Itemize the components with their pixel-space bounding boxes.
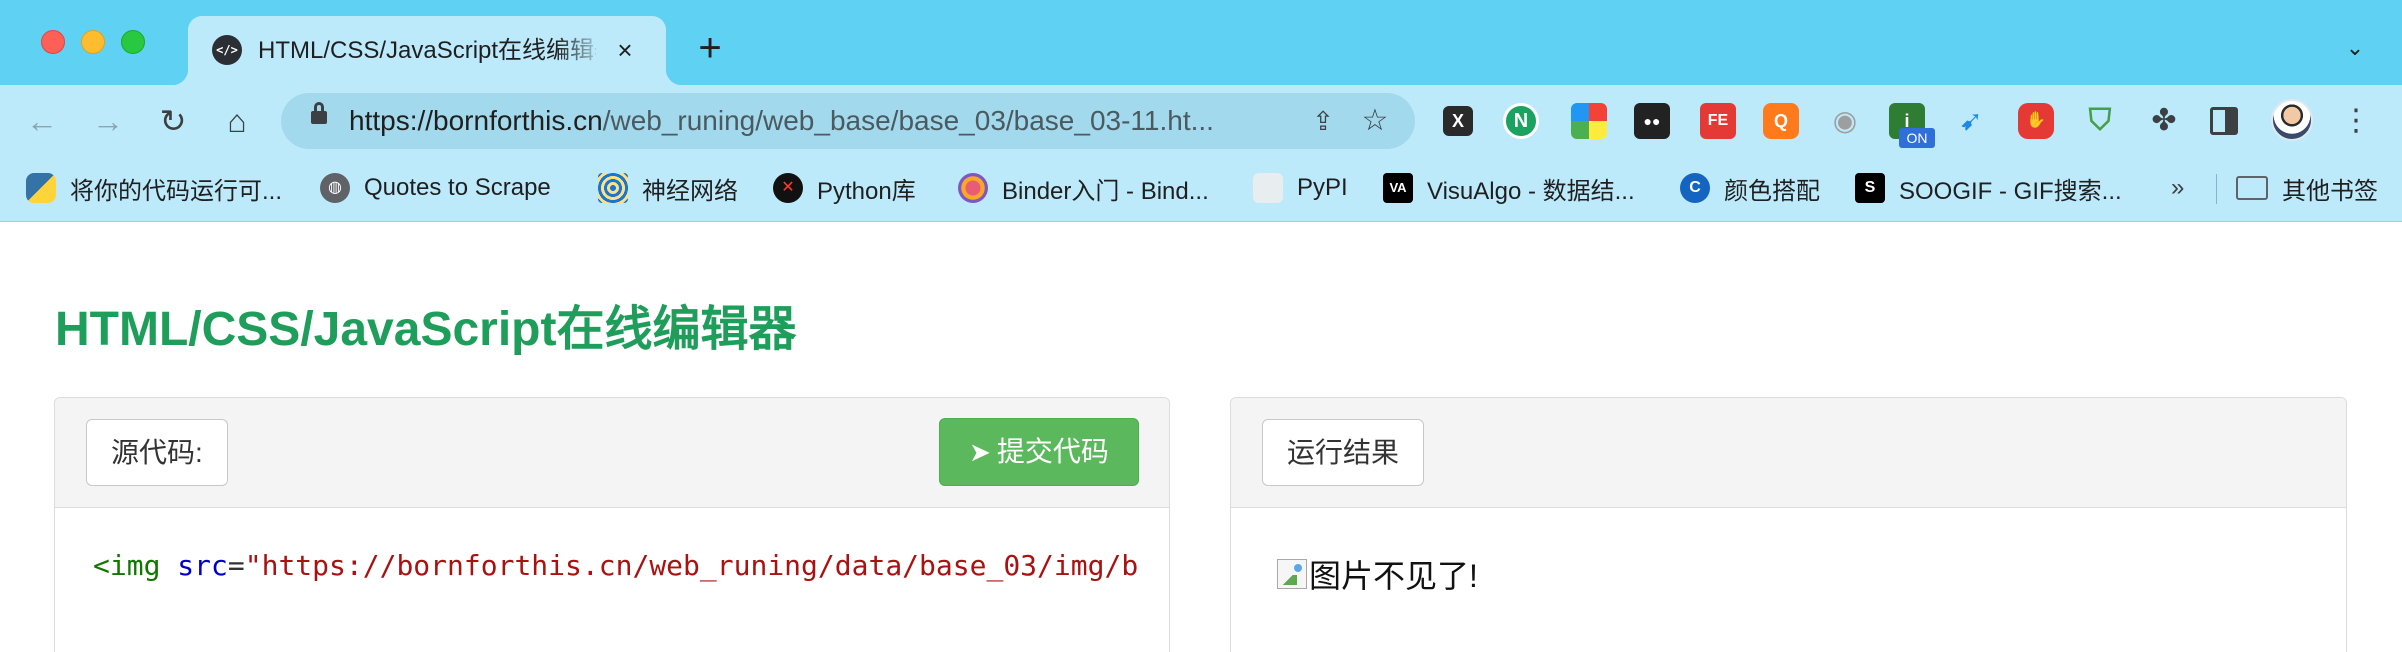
- close-window-button[interactable]: [41, 30, 65, 54]
- bookmark-item[interactable]: 将你的代码运行可...: [26, 170, 282, 206]
- bookmark-label: VisuAlgo - 数据结...: [1427, 177, 1635, 205]
- tab-close-icon[interactable]: ×: [608, 33, 642, 67]
- camera-extension-icon[interactable]: ◉: [1827, 103, 1863, 139]
- shield-extension-icon[interactable]: ⛉: [2082, 103, 2118, 139]
- bookmark-label: 颜色搭配: [1724, 177, 1820, 205]
- bookmark-item[interactable]: PyPI: [1253, 170, 1348, 206]
- cube-icon: [1253, 173, 1283, 203]
- paper-plane-icon: ➤: [969, 437, 991, 467]
- bookmark-label: Binder入门 - Bind...: [1002, 177, 1209, 205]
- image-alt-text: 图片不见了!: [1309, 558, 1478, 594]
- bookmarks-divider: [2216, 174, 2217, 204]
- code-eq: =: [227, 549, 245, 582]
- spiral-icon: [598, 173, 628, 203]
- source-code-panel: 源代码: ➤ 提交代码 <img src="https://bornforthis…: [54, 397, 1170, 652]
- bookmark-item[interactable]: ✕ Python库: [773, 170, 916, 206]
- code-favicon-icon: </>: [212, 35, 242, 65]
- result-label: 运行结果: [1262, 419, 1425, 486]
- visualgo-icon: VA: [1383, 173, 1413, 203]
- back-arrow-icon[interactable]: ←: [22, 101, 62, 141]
- c-icon: C: [1680, 173, 1710, 203]
- python-icon: [26, 173, 56, 203]
- code-tag: <img: [93, 549, 161, 582]
- bookmark-item[interactable]: Binder入门 - Bind...: [958, 170, 1209, 206]
- result-panel-header: 运行结果: [1231, 398, 2346, 508]
- nodejs-extension-icon[interactable]: N: [1503, 103, 1539, 139]
- folder-label: 其他书签: [2282, 177, 2378, 205]
- tab-strip: </> HTML/CSS/JavaScript在线编辑器 × + ⌄: [0, 0, 2402, 85]
- submit-button-label: 提交代码: [996, 436, 1109, 467]
- active-tab[interactable]: </> HTML/CSS/JavaScript在线编辑器 ×: [172, 16, 682, 85]
- code-string: "https://bornforthis.cn/web_runing/data/…: [244, 549, 1139, 582]
- bookmark-label: 将你的代码运行可...: [70, 177, 283, 205]
- lock-icon[interactable]: [311, 102, 327, 124]
- minimize-window-button[interactable]: [81, 30, 105, 54]
- bookmark-label: 神经网络: [642, 177, 738, 205]
- url-domain: https://bornforthis.cn: [349, 105, 603, 136]
- color-grid-extension-icon[interactable]: [1571, 103, 1607, 139]
- submit-code-button[interactable]: ➤ 提交代码: [939, 418, 1139, 486]
- bookmarks-bar: 将你的代码运行可... ◍ Quotes to Scrape 神经网络 ✕ Py…: [0, 156, 2402, 222]
- bird-extension-icon[interactable]: ➹: [1953, 103, 1989, 139]
- broken-image-icon: [1277, 559, 1307, 589]
- bookmark-label: SOOGIF - GIF搜索...: [1899, 177, 2122, 205]
- reload-icon[interactable]: ↻: [153, 101, 193, 141]
- source-code-label: 源代码:: [86, 419, 228, 486]
- bookmark-item[interactable]: ◍ Quotes to Scrape: [320, 170, 551, 206]
- stop-extension-icon[interactable]: ✋: [2018, 103, 2054, 139]
- source-panel-header: 源代码: ➤ 提交代码: [55, 398, 1169, 508]
- browser-toolbar: ← → ↻ ⌂ https://bornforthis.cn/web_runin…: [0, 85, 2402, 156]
- code-attr: src: [177, 549, 228, 582]
- tab-title: HTML/CSS/JavaScript在线编辑器: [258, 37, 596, 64]
- globe-icon: ◍: [320, 173, 350, 203]
- new-tab-button[interactable]: +: [690, 28, 730, 68]
- address-bar[interactable]: https://bornforthis.cn/web_runing/web_ba…: [281, 93, 1415, 149]
- bookmark-item[interactable]: VA VisuAlgo - 数据结...: [1383, 170, 1635, 206]
- bookmark-star-icon[interactable]: ☆: [1357, 103, 1393, 139]
- home-icon[interactable]: ⌂: [217, 101, 257, 141]
- bookmark-item[interactable]: C 颜色搭配: [1680, 170, 1820, 206]
- bookmark-label: Quotes to Scrape: [364, 174, 551, 201]
- on-badge: ON: [1899, 128, 1935, 148]
- eyes-extension-icon[interactable]: ●●: [1634, 103, 1670, 139]
- result-output: 图片不见了!: [1277, 553, 1478, 595]
- red-x-icon: ✕: [773, 173, 803, 203]
- bookmark-item[interactable]: 神经网络: [598, 170, 738, 206]
- orange-extension-icon[interactable]: Q: [1763, 103, 1799, 139]
- binder-icon: [958, 173, 988, 203]
- code-editor[interactable]: <img src="https://bornforthis.cn/web_run…: [93, 548, 1153, 584]
- other-bookmarks-folder[interactable]: 其他书签: [2236, 170, 2378, 206]
- bookmark-label: PyPI: [1297, 174, 1348, 201]
- side-panel-icon[interactable]: [2210, 107, 2238, 135]
- folder-icon: [2236, 176, 2268, 200]
- puzzle-extensions-icon[interactable]: ✤: [2146, 103, 2182, 139]
- profile-avatar[interactable]: [2271, 99, 2313, 141]
- page-title: HTML/CSS/JavaScript在线编辑器: [55, 303, 797, 356]
- tab-search-chevron-icon[interactable]: ⌄: [2337, 30, 2373, 66]
- share-icon[interactable]: ⇪: [1305, 103, 1341, 139]
- result-panel: 运行结果 图片不见了!: [1230, 397, 2347, 652]
- fullscreen-window-button[interactable]: [121, 30, 145, 54]
- fe-extension-icon[interactable]: FE: [1700, 103, 1736, 139]
- url-text[interactable]: https://bornforthis.cn/web_runing/web_ba…: [349, 105, 1339, 137]
- soogif-icon: S: [1855, 173, 1885, 203]
- bookmark-item[interactable]: S SOOGIF - GIF搜索...: [1855, 170, 2122, 206]
- kebab-menu-icon[interactable]: ⋮: [2338, 101, 2374, 141]
- more-bookmarks-chevron-icon[interactable]: »: [2171, 170, 2201, 206]
- forward-arrow-icon[interactable]: →: [88, 101, 128, 141]
- bookmark-label: Python库: [817, 177, 916, 205]
- url-path: /web_runing/web_base/base_03/base_03-11.…: [602, 105, 1214, 136]
- x-extension-icon[interactable]: X: [1443, 106, 1473, 136]
